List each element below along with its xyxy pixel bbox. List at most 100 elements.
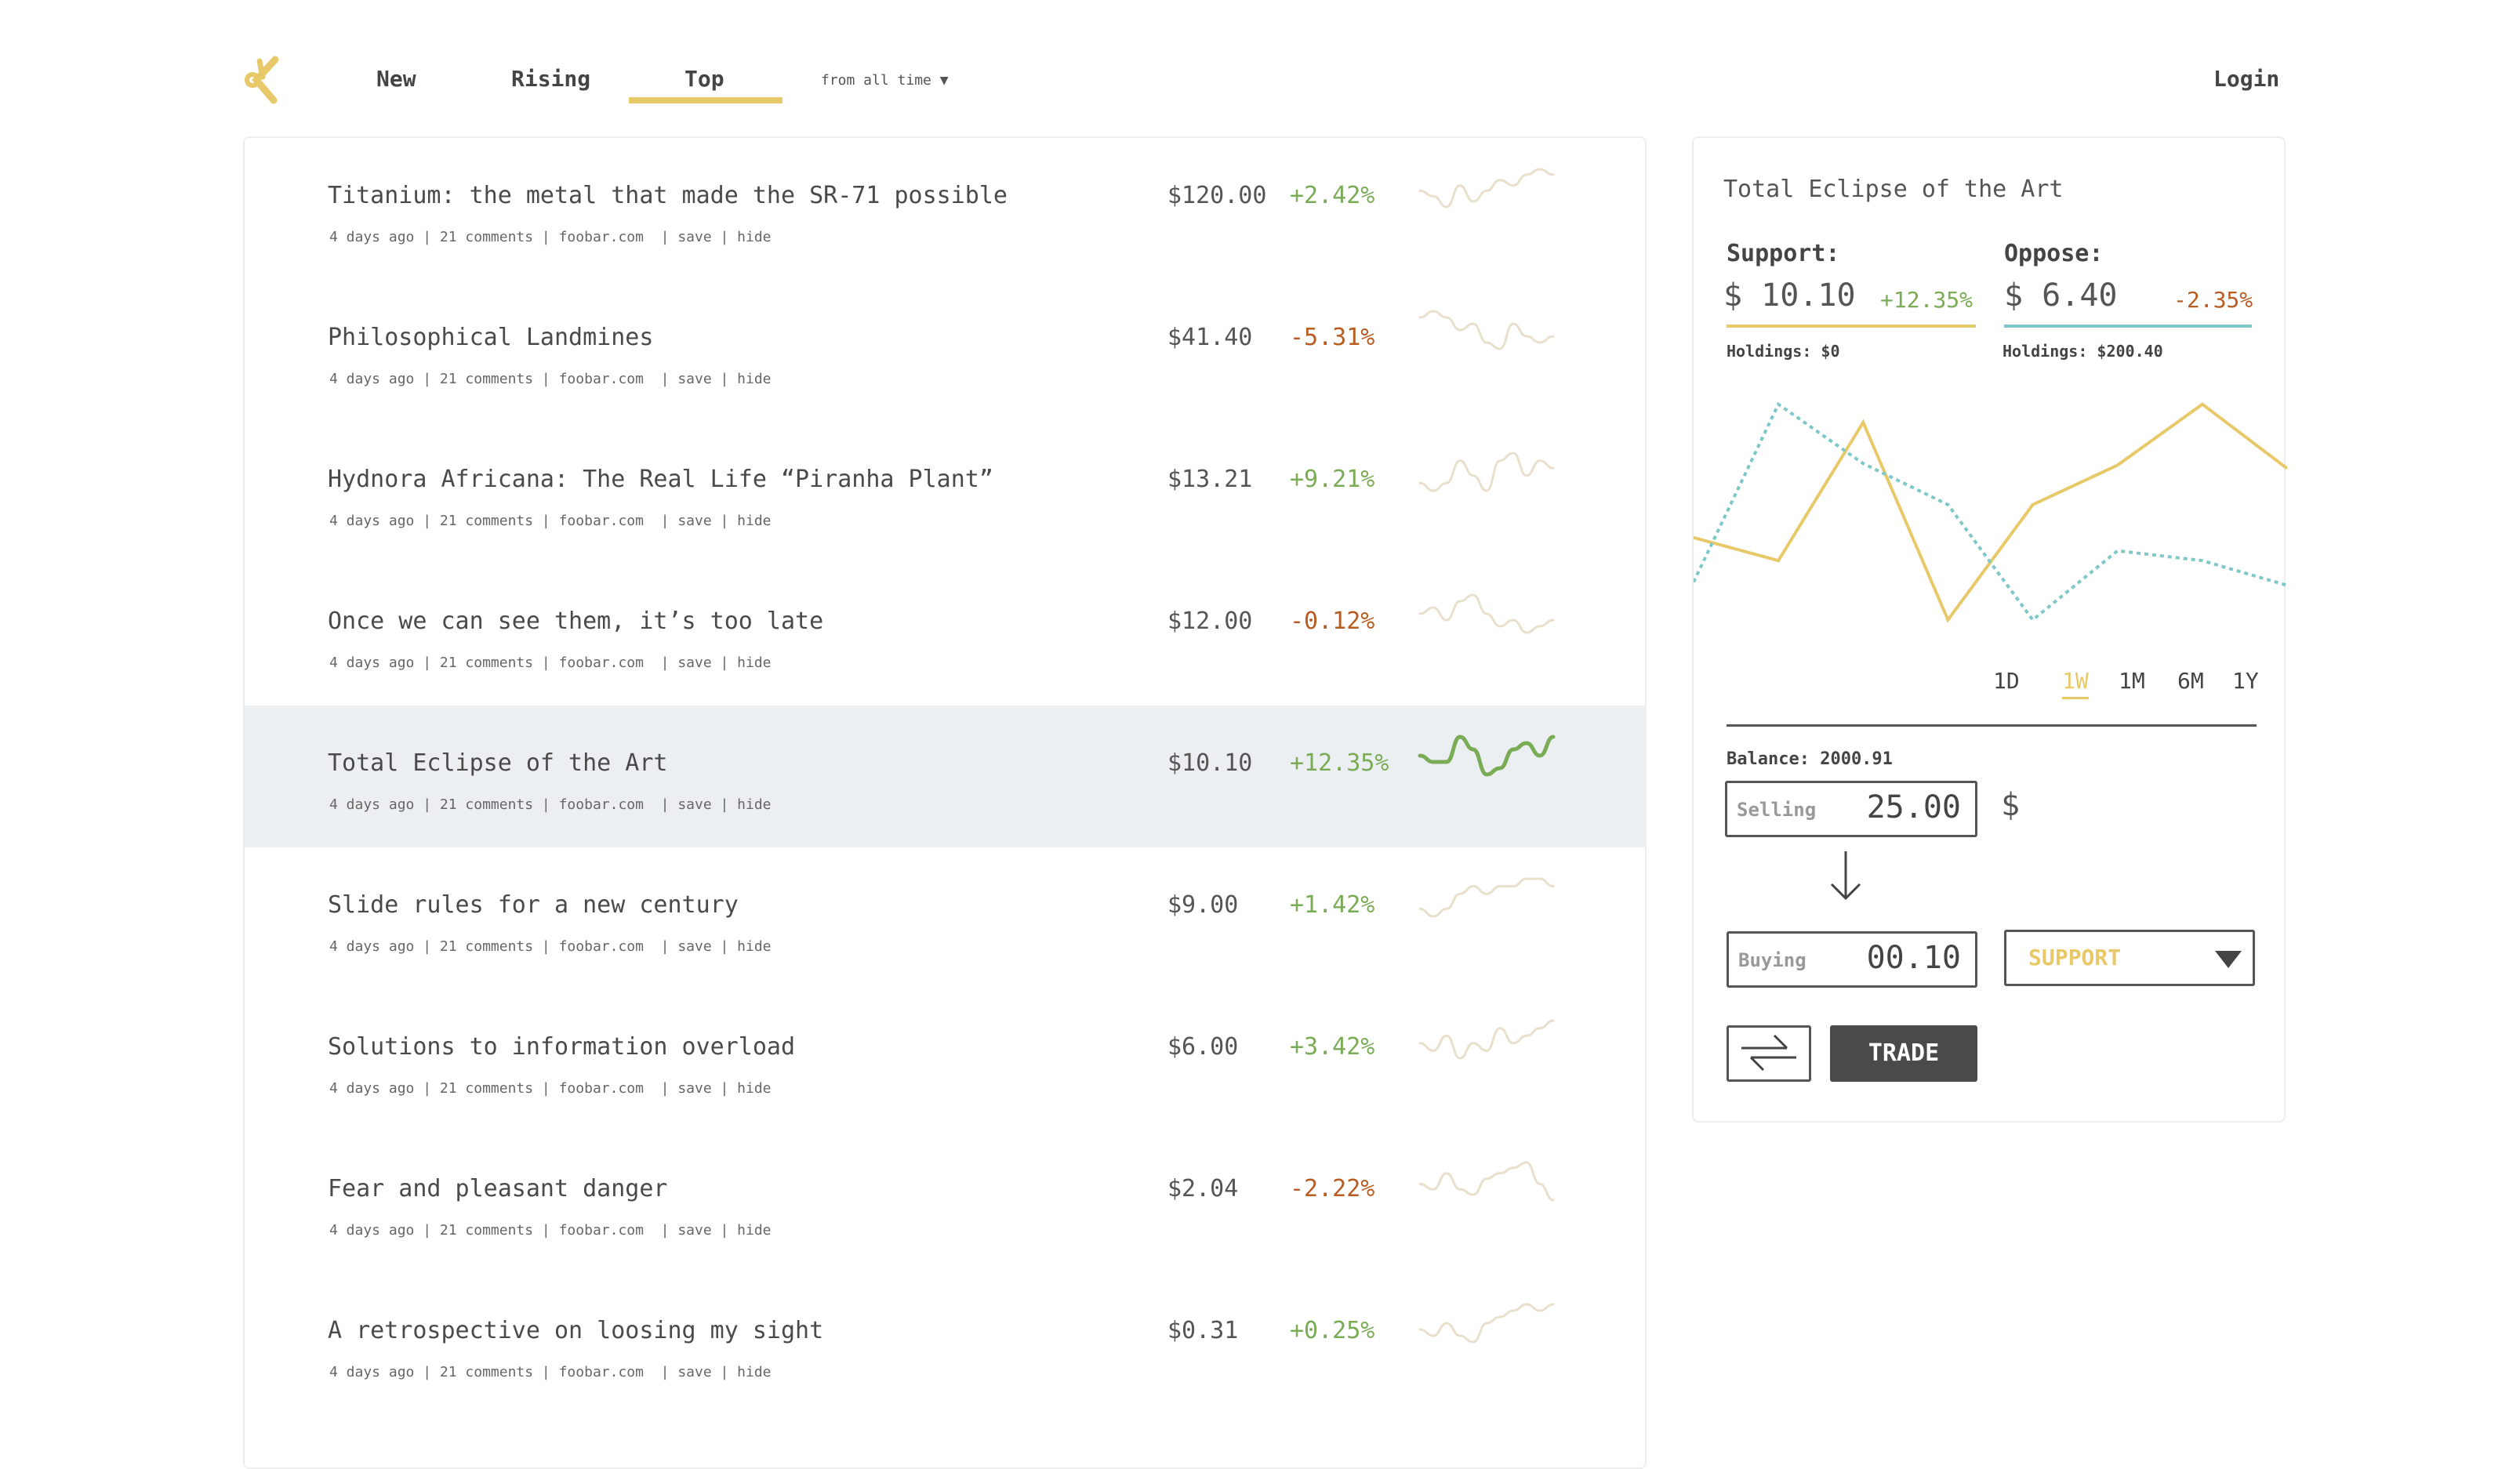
post-title[interactable]: Hydnora Africana: The Real Life “Piranha… [328, 466, 993, 493]
support-label: Support: [1727, 240, 1840, 267]
price-chart [1694, 401, 2287, 623]
active-tab-indicator [629, 97, 783, 103]
post-price: $10.10 [1167, 749, 1253, 777]
post-price: $12.00 [1167, 608, 1253, 635]
sparkline [1418, 452, 1555, 492]
oppose-price: $ 6.40 [2004, 277, 2118, 314]
post-row[interactable]: Solutions to information overload 4 days… [245, 989, 1645, 1131]
post-title[interactable]: Titanium: the metal that made the SR-71 … [328, 182, 1008, 209]
post-title[interactable]: Philosophical Landmines [328, 324, 653, 351]
post-title[interactable]: Total Eclipse of the Art [328, 749, 667, 777]
nav-new[interactable]: New [376, 66, 416, 92]
post-title[interactable]: A retrospective on loosing my sight [328, 1317, 823, 1344]
sparkline-path [1418, 310, 1555, 350]
side-select-value: SUPPORT [2028, 945, 2122, 970]
sparkline-path [1418, 734, 1556, 777]
post-title[interactable]: Solutions to information overload [328, 1033, 795, 1061]
post-change: +1.42% [1290, 891, 1375, 919]
oppose-underline [2004, 325, 2252, 328]
post-change: +3.42% [1290, 1033, 1375, 1061]
post-change: -5.31% [1290, 324, 1375, 351]
post-meta[interactable]: 4 days ago | 21 comments | foobar.com | … [329, 938, 772, 955]
post-title[interactable]: Fear and pleasant danger [328, 1175, 667, 1202]
arrow-down-icon [1830, 851, 1861, 901]
post-row[interactable]: Hydnora Africana: The Real Life “Piranha… [245, 422, 1645, 564]
post-price: $13.21 [1167, 466, 1253, 493]
buying-value: 00.10 [1866, 940, 1961, 976]
sparkline [1418, 1303, 1555, 1344]
post-meta[interactable]: 4 days ago | 21 comments | foobar.com | … [329, 513, 772, 529]
buying-input[interactable]: Buying 00.10 [1727, 931, 1977, 988]
post-price: $0.31 [1167, 1317, 1239, 1344]
nav-top[interactable]: Top [684, 66, 724, 92]
sparkline-path [1418, 1303, 1555, 1344]
post-meta[interactable]: 4 days ago | 21 comments | foobar.com | … [329, 229, 772, 245]
oppose-holdings: Holdings: $200.40 [2003, 342, 2163, 361]
sparkline-path [1418, 593, 1555, 634]
selling-input[interactable]: Selling 25.00 [1725, 781, 1977, 837]
sparkline-path [1418, 452, 1555, 492]
sparkline [1418, 1019, 1555, 1060]
post-row[interactable]: Total Eclipse of the Art 4 days ago | 21… [245, 705, 1645, 847]
trade-button[interactable]: TRADE [1830, 1025, 1977, 1082]
period-1w[interactable]: 1W [2062, 668, 2089, 699]
post-meta[interactable]: 4 days ago | 21 comments | foobar.com | … [329, 1222, 772, 1239]
post-price: $6.00 [1167, 1033, 1239, 1061]
period-6m[interactable]: 6M [2177, 668, 2204, 694]
oppose-label: Oppose: [2004, 240, 2104, 267]
post-meta[interactable]: 4 days ago | 21 comments | foobar.com | … [329, 1080, 772, 1097]
post-title[interactable]: Once we can see them, it’s too late [328, 608, 823, 635]
period-1y[interactable]: 1Y [2232, 668, 2259, 694]
post-change: +12.35% [1290, 749, 1389, 777]
sparkline [1418, 310, 1555, 350]
balance: Balance: 2000.91 [1727, 749, 1893, 769]
support-change: +12.35% [1880, 287, 1974, 313]
selling-value: 25.00 [1866, 789, 1961, 825]
swap-button[interactable] [1727, 1025, 1811, 1082]
support-underline [1727, 325, 1976, 328]
sparkline-path [1418, 1161, 1555, 1202]
sparkline-path [1418, 877, 1555, 918]
post-change: +0.25% [1290, 1317, 1375, 1344]
trade-panel: Total Eclipse of the Art Support: $ 10.1… [1692, 136, 2287, 1123]
post-meta[interactable]: 4 days ago | 21 comments | foobar.com | … [329, 371, 772, 387]
swap-icon [1741, 1034, 1796, 1072]
support-holdings: Holdings: $0 [1727, 342, 1840, 361]
post-change: +9.21% [1290, 466, 1375, 493]
support-price: $ 10.10 [1723, 277, 1856, 314]
chevron-down-icon [2215, 951, 2242, 968]
sparkline [1418, 734, 1556, 777]
login-link[interactable]: Login [2213, 66, 2279, 92]
post-change: +2.42% [1290, 182, 1375, 209]
post-list: Titanium: the metal that made the SR-71 … [243, 136, 1647, 1469]
selling-label: Selling [1737, 799, 1817, 821]
logo-icon[interactable] [239, 55, 288, 107]
post-price: $41.40 [1167, 324, 1253, 351]
buying-label: Buying [1738, 949, 1806, 971]
period-1m[interactable]: 1M [2119, 668, 2145, 694]
sparkline-path [1418, 168, 1555, 209]
side-select[interactable]: SUPPORT [2004, 930, 2255, 986]
post-row[interactable]: A retrospective on loosing my sight 4 da… [245, 1273, 1645, 1415]
post-row[interactable]: Slide rules for a new century 4 days ago… [245, 847, 1645, 989]
time-filter-dropdown[interactable]: from all time ▼ [821, 72, 949, 89]
sparkline [1418, 877, 1555, 918]
post-row[interactable]: Titanium: the metal that made the SR-71 … [245, 138, 1645, 280]
sparkline [1418, 593, 1555, 634]
post-meta[interactable]: 4 days ago | 21 comments | foobar.com | … [329, 1364, 772, 1380]
post-meta[interactable]: 4 days ago | 21 comments | foobar.com | … [329, 796, 772, 813]
sparkline-path [1418, 1019, 1555, 1060]
panel-title: Total Eclipse of the Art [1723, 176, 2064, 203]
post-change: -0.12% [1290, 608, 1375, 635]
nav-rising[interactable]: Rising [511, 66, 590, 92]
currency-symbol: $ [2001, 787, 2021, 823]
post-row[interactable]: Fear and pleasant danger 4 days ago | 21… [245, 1131, 1645, 1273]
post-meta[interactable]: 4 days ago | 21 comments | foobar.com | … [329, 655, 772, 671]
oppose-series-line [1694, 401, 2287, 622]
post-price: $120.00 [1167, 182, 1267, 209]
post-title[interactable]: Slide rules for a new century [328, 891, 739, 919]
post-row[interactable]: Once we can see them, it’s too late 4 da… [245, 564, 1645, 705]
post-row[interactable]: Philosophical Landmines 4 days ago | 21 … [245, 280, 1645, 422]
sparkline [1418, 1161, 1555, 1202]
period-1d[interactable]: 1D [1993, 668, 2020, 694]
